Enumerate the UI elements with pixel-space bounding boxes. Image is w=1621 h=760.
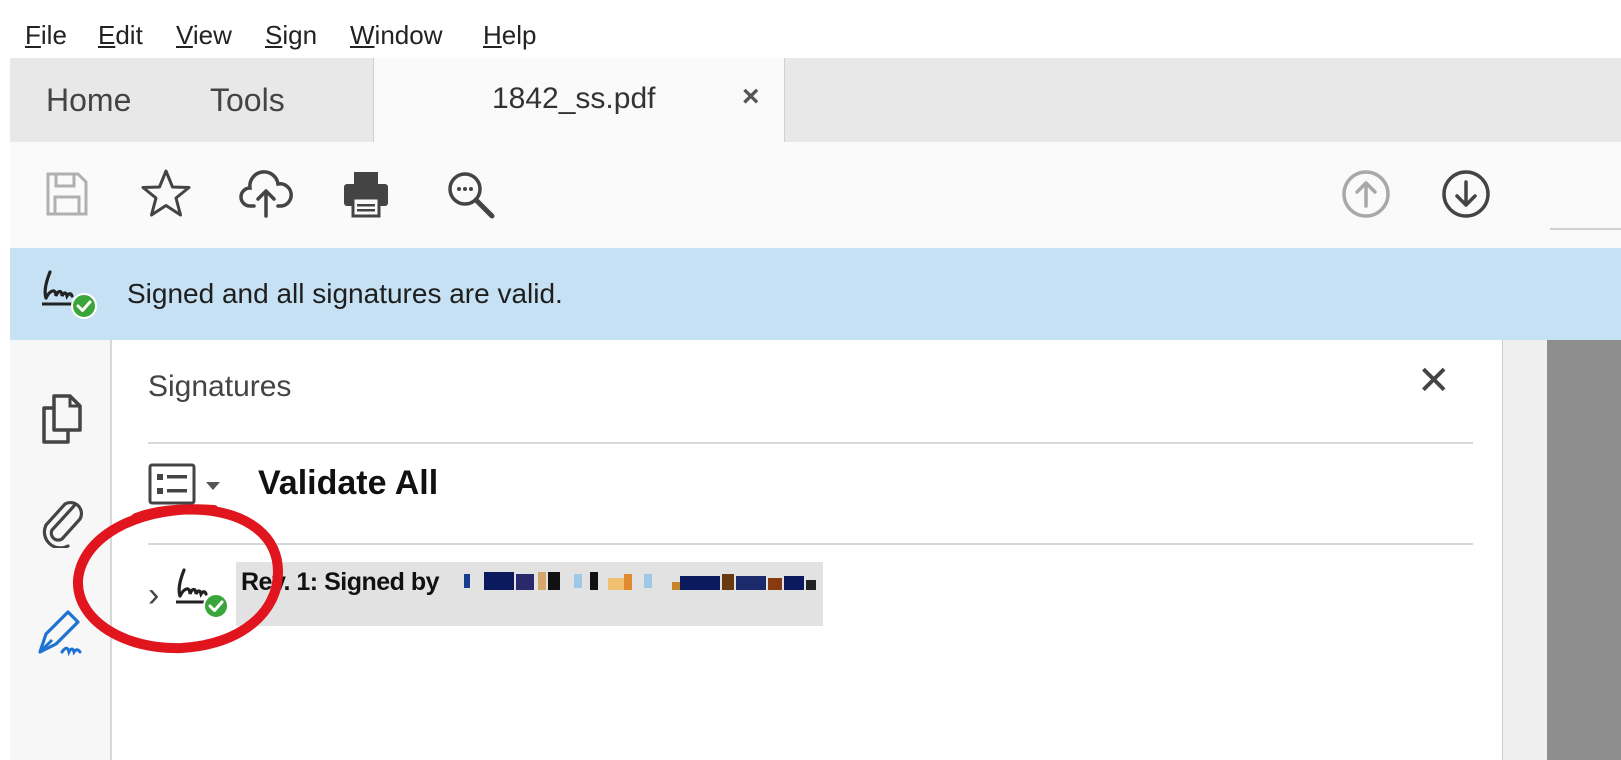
app-window: File Edit View Sign Window Help Home Too…: [10, 10, 1621, 760]
paperclip-icon: [42, 500, 84, 548]
divider: [148, 543, 1473, 545]
tab-tools[interactable]: Tools: [210, 82, 285, 119]
star-icon: [141, 169, 191, 217]
tab-document-title: 1842_ss.pdf: [492, 82, 656, 115]
toolbar: [10, 142, 1621, 249]
menu-help[interactable]: Help: [483, 20, 536, 51]
close-panel-button[interactable]: ✕: [1417, 358, 1451, 404]
signature-options-menu-button[interactable]: [148, 462, 232, 508]
redacted-signer-name: [464, 572, 816, 590]
tab-home[interactable]: Home: [46, 82, 131, 119]
search-icon: [448, 172, 495, 219]
page-number-field[interactable]: [1550, 228, 1621, 230]
signature-valid-icon: [42, 270, 97, 319]
menu-sign[interactable]: Sign: [265, 20, 317, 51]
upload-button[interactable]: [234, 162, 298, 226]
left-navigation-rail: [10, 340, 112, 760]
signatures-panel-button[interactable]: [32, 602, 92, 662]
menu-file[interactable]: File: [25, 20, 67, 51]
tab-document[interactable]: 1842_ss.pdf ×: [373, 58, 785, 143]
chevron-down-icon: [206, 482, 220, 490]
list-options-icon: [148, 463, 220, 505]
cloud-upload-icon: [239, 170, 293, 218]
save-button[interactable]: [34, 162, 98, 226]
bookmark-button[interactable]: [134, 162, 198, 226]
signature-list-item[interactable]: › Rev. 1: Signed by: [148, 562, 848, 634]
pages-icon: [42, 394, 82, 444]
signature-label: Rev. 1: Signed by: [241, 568, 440, 596]
signatures-panel-title: Signatures: [148, 370, 292, 403]
tab-close-button[interactable]: ×: [742, 80, 760, 114]
page-down-icon: [1442, 170, 1490, 218]
signature-status-banner: Signed and all signatures are valid.: [10, 248, 1621, 340]
attachments-button[interactable]: [32, 490, 92, 550]
print-icon: [344, 172, 388, 218]
menu-window[interactable]: Window: [350, 20, 442, 51]
page-up-icon: [1342, 170, 1390, 218]
save-icon: [46, 172, 88, 216]
tab-bar: Home Tools 1842_ss.pdf ×: [10, 58, 1621, 143]
validate-all-button[interactable]: Validate All: [258, 464, 438, 503]
page-thumbnails-button[interactable]: [32, 388, 92, 448]
previous-page-button[interactable]: [1334, 162, 1398, 226]
menu-bar: File Edit View Sign Window Help: [10, 10, 1621, 59]
next-page-button[interactable]: [1434, 162, 1498, 226]
find-button[interactable]: [438, 162, 502, 226]
signatures-panel: Signatures ✕ Validate All › Rev. 1: Sign…: [112, 340, 1502, 760]
expand-chevron-icon[interactable]: ›: [148, 576, 159, 615]
fountain-pen-icon: [38, 610, 82, 657]
menu-view[interactable]: View: [176, 20, 232, 51]
signature-status-text: Signed and all signatures are valid.: [127, 278, 563, 309]
document-view[interactable]: [1547, 340, 1621, 760]
menu-edit[interactable]: Edit: [98, 20, 143, 51]
panel-scroll-gutter: [1502, 340, 1543, 760]
divider: [148, 442, 1473, 444]
signature-valid-icon: [176, 568, 229, 619]
print-button[interactable]: [334, 162, 398, 226]
